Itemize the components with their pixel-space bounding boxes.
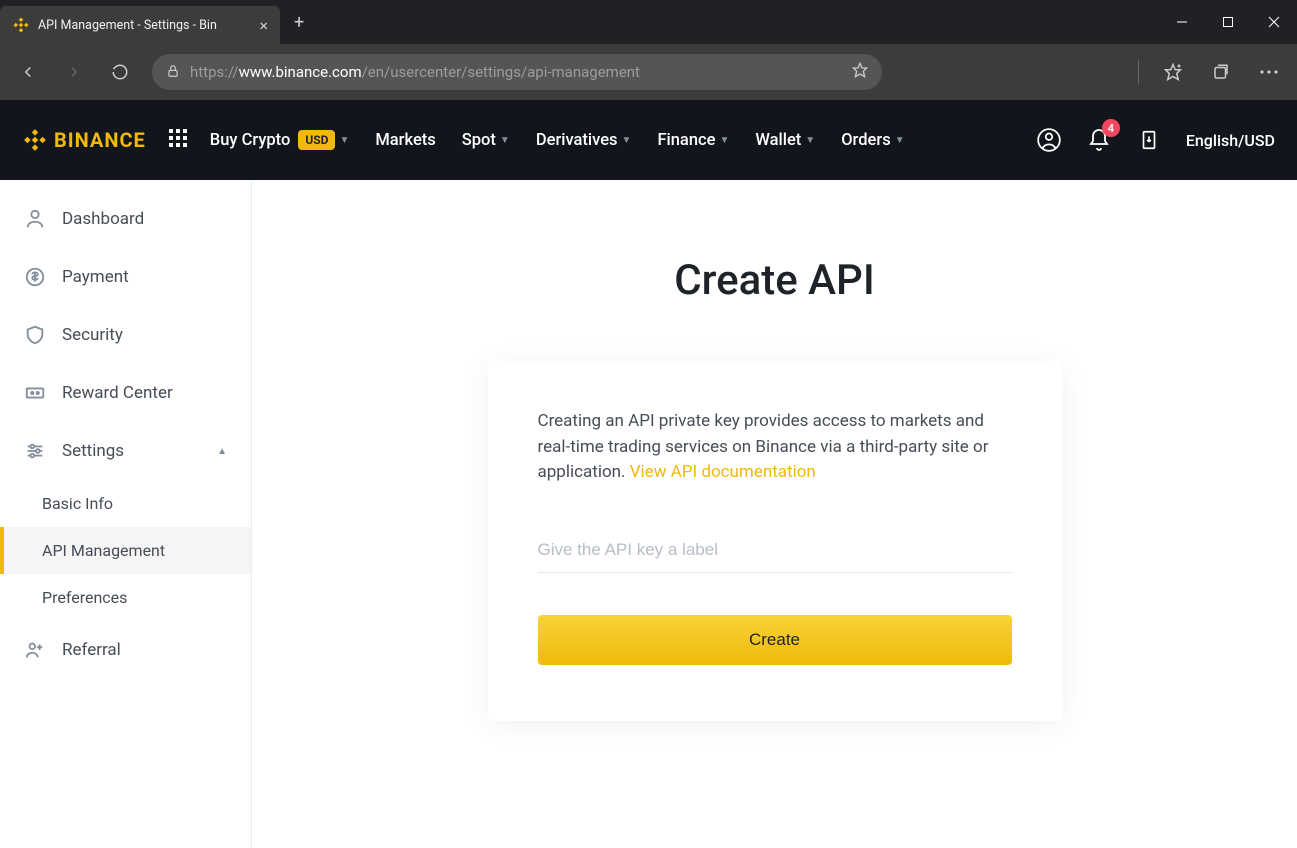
- sidebar-sub-preferences[interactable]: Preferences: [0, 574, 251, 621]
- ticket-icon: [24, 382, 46, 404]
- sidebar-item-dashboard[interactable]: Dashboard: [0, 190, 251, 248]
- sidebar-sub-api-management[interactable]: API Management: [0, 527, 251, 574]
- brand-text: BINANCE: [54, 128, 146, 152]
- back-button[interactable]: [8, 52, 48, 92]
- more-button[interactable]: [1249, 52, 1289, 92]
- language-selector[interactable]: English/USD: [1186, 131, 1275, 150]
- lock-icon: [166, 63, 180, 82]
- notification-badge: 4: [1102, 119, 1120, 137]
- minimize-button[interactable]: [1159, 0, 1205, 44]
- favorite-icon[interactable]: [852, 62, 868, 82]
- maximize-button[interactable]: [1205, 0, 1251, 44]
- sidebar: Dashboard Payment Security Reward Center…: [0, 180, 252, 848]
- nav-finance[interactable]: Finance▼: [657, 131, 729, 150]
- forward-button[interactable]: [54, 52, 94, 92]
- referral-icon: [24, 639, 46, 661]
- person-icon: [24, 208, 46, 230]
- chevron-down-icon: ▼: [500, 135, 510, 146]
- site-header: BINANCE Buy CryptoUSD▼ Markets Spot▼ Der…: [0, 100, 1297, 180]
- browser-nav-bar: https://www.binance.com/en/usercenter/se…: [0, 44, 1297, 100]
- favicon-icon: [12, 16, 30, 34]
- nav-spot[interactable]: Spot▼: [462, 131, 510, 150]
- page-title: Create API: [292, 256, 1257, 305]
- chevron-down-icon: ▼: [622, 135, 632, 146]
- chevron-up-icon: ▲: [217, 446, 227, 457]
- browser-tab[interactable]: API Management - Settings - Bin ×: [0, 6, 280, 44]
- chevron-down-icon: ▼: [805, 135, 815, 146]
- create-button[interactable]: Create: [538, 615, 1012, 665]
- tab-title: API Management - Settings - Bin: [38, 18, 247, 33]
- sidebar-item-referral[interactable]: Referral: [0, 621, 251, 679]
- usd-badge: USD: [298, 130, 335, 150]
- close-window-button[interactable]: [1251, 0, 1297, 44]
- new-tab-button[interactable]: +: [280, 12, 318, 33]
- account-icon[interactable]: [1036, 127, 1062, 153]
- tab-bar: API Management - Settings - Bin × +: [0, 0, 1297, 44]
- apps-grid-icon[interactable]: [168, 128, 188, 152]
- nav-orders[interactable]: Orders▼: [841, 131, 904, 150]
- url-text: https://www.binance.com/en/usercenter/se…: [190, 63, 842, 81]
- main-nav: Buy CryptoUSD▼ Markets Spot▼ Derivatives…: [210, 130, 905, 150]
- browser-chrome: API Management - Settings - Bin × + http…: [0, 0, 1297, 100]
- nav-wallet[interactable]: Wallet▼: [755, 131, 815, 150]
- refresh-button[interactable]: [100, 52, 140, 92]
- window-controls: [1159, 0, 1297, 44]
- dollar-icon: [24, 266, 46, 288]
- favorites-button[interactable]: [1153, 52, 1193, 92]
- shield-icon: [24, 324, 46, 346]
- separator: [1138, 60, 1139, 84]
- nav-derivatives[interactable]: Derivatives▼: [536, 131, 632, 150]
- sidebar-item-security[interactable]: Security: [0, 306, 251, 364]
- sidebar-item-payment[interactable]: Payment: [0, 248, 251, 306]
- sidebar-item-settings[interactable]: Settings ▲: [0, 422, 251, 480]
- nav-markets[interactable]: Markets: [375, 131, 435, 150]
- card-description: Creating an API private key provides acc…: [538, 409, 1012, 486]
- nav-buy-crypto[interactable]: Buy CryptoUSD▼: [210, 130, 350, 150]
- api-doc-link[interactable]: View API documentation: [630, 462, 816, 482]
- binance-logo[interactable]: BINANCE: [22, 127, 146, 153]
- address-bar[interactable]: https://www.binance.com/en/usercenter/se…: [152, 54, 882, 90]
- chevron-down-icon: ▼: [895, 135, 905, 146]
- create-api-card: Creating an API private key provides acc…: [488, 361, 1062, 721]
- chevron-down-icon: ▼: [719, 135, 729, 146]
- sliders-icon: [24, 440, 46, 462]
- sidebar-sub-basic-info[interactable]: Basic Info: [0, 480, 251, 527]
- main-content: Create API Creating an API private key p…: [252, 180, 1297, 848]
- notifications-icon[interactable]: 4: [1086, 127, 1112, 153]
- download-icon[interactable]: [1136, 127, 1162, 153]
- chevron-down-icon: ▼: [339, 135, 349, 146]
- api-label-input[interactable]: [538, 528, 1012, 573]
- close-tab-icon[interactable]: ×: [255, 16, 272, 35]
- collections-button[interactable]: [1201, 52, 1241, 92]
- sidebar-item-reward-center[interactable]: Reward Center: [0, 364, 251, 422]
